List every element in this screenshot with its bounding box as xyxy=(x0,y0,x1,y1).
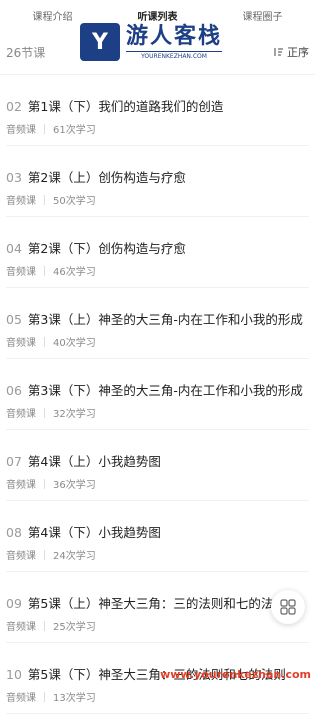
lesson-plays: 25次学习 xyxy=(53,622,96,633)
lesson-type: 音频课 xyxy=(6,409,36,420)
lesson-title: 第3课（上）神圣的大三角-内在工作和小我的形成 xyxy=(27,312,303,327)
lesson-type: 音频课 xyxy=(6,622,36,633)
lesson-plays: 32次学习 xyxy=(53,409,96,420)
lesson-plays: 40次学习 xyxy=(53,338,96,349)
lesson-title: 第4课（上）小我趋势图 xyxy=(27,454,161,469)
lesson-plays: 50次学习 xyxy=(53,196,96,207)
lesson-item[interactable]: 04 第2课（下）创伤构造与疗愈 音频课 46次学习 xyxy=(6,217,309,288)
watermark-logo: Y 游人客栈 YOURENKEZHAN.COM xyxy=(80,23,223,61)
lesson-index: 08 xyxy=(6,525,22,540)
grid-icon xyxy=(280,599,296,615)
lesson-list: 02 第1课（下）我们的道路我们的创造 音频课 61次学习 03 第2课（上）创伤… xyxy=(0,75,315,714)
lesson-type: 音频课 xyxy=(6,480,36,491)
lesson-item[interactable]: 03 第2课（上）创伤构造与疗愈 音频课 50次学习 xyxy=(6,146,309,217)
lesson-title: 第5课（上）神圣大三角：三的法则和七的法则 xyxy=(27,596,286,611)
sort-toggle[interactable]: 正序 xyxy=(273,44,309,60)
lesson-index: 09 xyxy=(6,596,22,611)
watermark-subtitle: YOURENKEZHAN.COM xyxy=(126,50,223,60)
watermark-logo-icon: Y xyxy=(80,23,120,61)
lesson-item[interactable]: 02 第1课（下）我们的道路我们的创造 音频课 61次学习 xyxy=(6,75,309,146)
lesson-index: 06 xyxy=(6,383,22,398)
lesson-type: 音频课 xyxy=(6,196,36,207)
tab-lesson-list[interactable]: 听课列表 xyxy=(132,8,184,23)
lesson-item[interactable]: 09 第5课（上）神圣大三角：三的法则和七的法则 音频课 25次学习 xyxy=(6,572,309,643)
lesson-plays: 13次学习 xyxy=(53,693,96,704)
lesson-index: 04 xyxy=(6,241,22,256)
tab-course-circle[interactable]: 课程圈子 xyxy=(237,8,289,23)
lesson-type: 音频课 xyxy=(6,551,36,562)
lesson-item[interactable]: 08 第4课（下）小我趋势图 音频课 24次学习 xyxy=(6,501,309,572)
lesson-type: 音频课 xyxy=(6,125,36,136)
tab-course-intro[interactable]: 课程介绍 xyxy=(27,8,79,23)
lesson-plays: 36次学习 xyxy=(53,480,96,491)
lesson-title: 第4课（下）小我趋势图 xyxy=(27,525,161,540)
lesson-type: 音频课 xyxy=(6,338,36,349)
sort-label: 正序 xyxy=(287,46,309,59)
lesson-type: 音频课 xyxy=(6,267,36,278)
lesson-item[interactable]: 06 第3课（下）神圣的大三角-内在工作和小我的形成 音频课 32次学习 xyxy=(6,359,309,430)
lesson-title: 第1课（下）我们的道路我们的创造 xyxy=(27,99,224,114)
lesson-plays: 24次学习 xyxy=(53,551,96,562)
footer-watermark: www.yourenkezhan.com xyxy=(160,668,311,681)
lesson-index: 10 xyxy=(6,667,22,682)
lesson-count: 26节课 xyxy=(6,45,46,60)
lesson-title: 第2课（下）创伤构造与疗愈 xyxy=(27,241,186,256)
lesson-item[interactable]: 05 第3课（上）神圣的大三角-内在工作和小我的形成 音频课 40次学习 xyxy=(6,288,309,359)
sort-icon xyxy=(274,48,283,56)
lesson-type: 音频课 xyxy=(6,693,36,704)
lesson-item[interactable]: 07 第4课（上）小我趋势图 音频课 36次学习 xyxy=(6,430,309,501)
lesson-plays: 61次学习 xyxy=(53,125,96,136)
grid-menu-button[interactable] xyxy=(271,590,305,624)
lesson-index: 03 xyxy=(6,170,22,185)
lesson-index: 05 xyxy=(6,312,22,327)
lesson-title: 第3课（下）神圣的大三角-内在工作和小我的形成 xyxy=(27,383,303,398)
lesson-index: 07 xyxy=(6,454,22,469)
lesson-plays: 46次学习 xyxy=(53,267,96,278)
lesson-index: 02 xyxy=(6,99,22,114)
watermark-title: 游人客栈 xyxy=(126,23,223,49)
lesson-title: 第2课（上）创伤构造与疗愈 xyxy=(27,170,186,185)
